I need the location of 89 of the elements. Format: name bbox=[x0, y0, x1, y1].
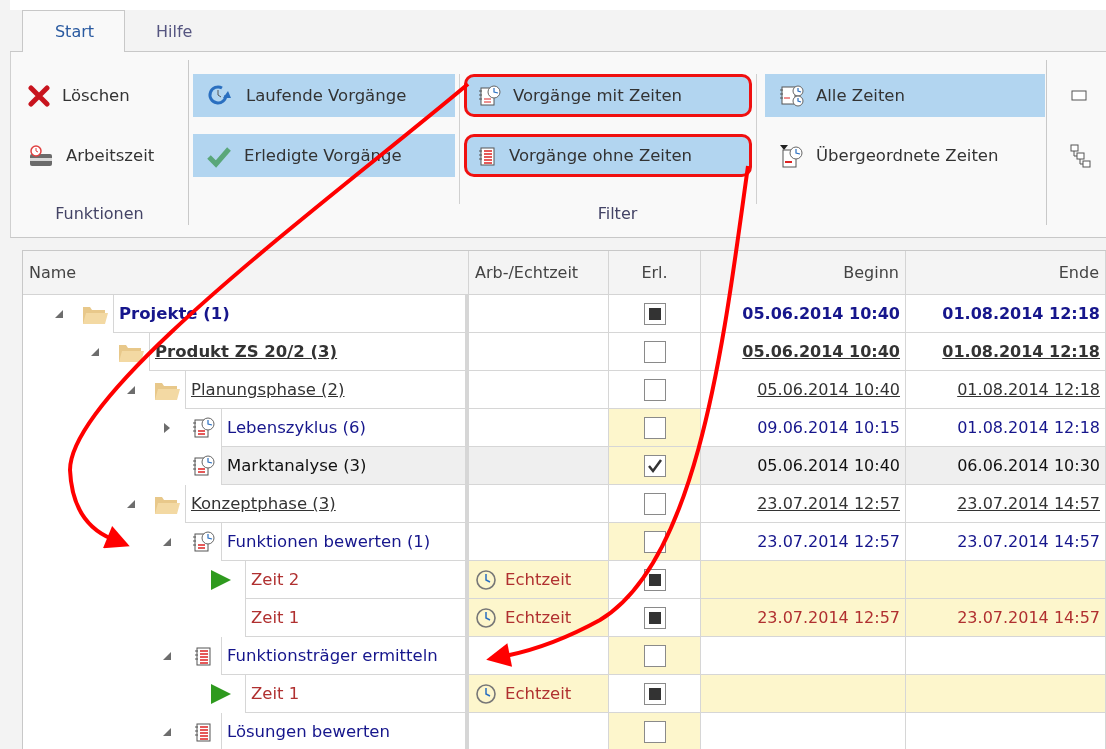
column-header[interactable]: Erl. bbox=[609, 251, 701, 295]
tree-row[interactable]: Produkt ZS 20/2 (3) bbox=[149, 333, 465, 371]
tree-item[interactable]: Zeit 1 bbox=[251, 608, 300, 627]
column-header[interactable]: Name bbox=[23, 251, 469, 295]
column-header[interactable]: Ende bbox=[906, 251, 1106, 295]
document-list-icon bbox=[477, 144, 497, 167]
begin-date: 05.06.2014 10:40 bbox=[757, 380, 900, 399]
group-label: Funktionen bbox=[54, 204, 145, 225]
document-clock-icon bbox=[778, 143, 804, 168]
tree-row[interactable]: Lösungen bewerten bbox=[221, 713, 465, 749]
tree-item[interactable]: Lebenszyklus (6) bbox=[227, 418, 366, 437]
tree-item[interactable]: Zeit 2 bbox=[251, 570, 300, 589]
expanded-arrow-icon[interactable] bbox=[125, 384, 137, 396]
tree-row[interactable]: Zeit 1 bbox=[245, 599, 465, 637]
column-header[interactable]: Arb-/Echtzeit bbox=[469, 251, 609, 295]
ribbon-tab[interactable]: Hilfe bbox=[125, 10, 224, 52]
end-date: 01.08.2014 12:18 bbox=[957, 418, 1100, 437]
tree-row[interactable]: Planungsphase (2) bbox=[185, 371, 465, 409]
checkbox[interactable] bbox=[643, 378, 666, 401]
checkbox[interactable] bbox=[643, 302, 666, 325]
expanded-arrow-icon[interactable] bbox=[125, 498, 137, 510]
filter-button[interactable]: Vorgänge ohne Zeiten bbox=[464, 134, 752, 177]
worktime-button[interactable]: Arbeitszeit bbox=[11, 134, 170, 177]
clock-icon bbox=[475, 568, 497, 591]
end-date: 01.08.2014 12:18 bbox=[942, 304, 1100, 323]
begin-date: 05.06.2014 10:40 bbox=[742, 342, 900, 361]
checkbox[interactable] bbox=[643, 644, 666, 667]
end-date: 01.08.2014 12:18 bbox=[942, 342, 1100, 361]
tree-item[interactable]: Funktionen bewerten (1) bbox=[227, 532, 431, 551]
column-header[interactable]: Beginn bbox=[701, 251, 906, 295]
expanded-arrow-icon[interactable] bbox=[53, 308, 65, 320]
tree-row[interactable]: Zeit 2 bbox=[245, 561, 465, 599]
delete-icon bbox=[28, 84, 50, 107]
group-label: Filter bbox=[596, 204, 639, 225]
tree-row[interactable]: Funktionen bewerten (1) bbox=[221, 523, 465, 561]
document-clock-icon bbox=[477, 84, 501, 107]
ribbon-tab[interactable]: Start bbox=[22, 10, 125, 52]
checkbox[interactable] bbox=[643, 340, 666, 363]
filter-button[interactable]: Vorgänge mit Zeiten bbox=[464, 74, 752, 117]
checkbox[interactable] bbox=[643, 720, 666, 743]
delete-button[interactable]: Löschen bbox=[11, 74, 170, 117]
end-date: 23.07.2014 14:57 bbox=[957, 532, 1100, 551]
time-type: Echtzeit bbox=[505, 684, 572, 703]
clock-icon bbox=[475, 682, 497, 705]
tree-item[interactable]: Zeit 1 bbox=[251, 684, 300, 703]
document-clock-icon bbox=[191, 417, 215, 439]
tree-row[interactable]: Konzeptphase (3) bbox=[185, 485, 465, 523]
briefcase-clock-icon bbox=[28, 143, 54, 168]
begin-date: 05.06.2014 10:40 bbox=[742, 304, 900, 323]
expanded-arrow-icon[interactable] bbox=[161, 726, 173, 738]
checkbox[interactable] bbox=[643, 530, 666, 553]
end-date: 23.07.2014 14:57 bbox=[957, 494, 1100, 513]
document-list-icon bbox=[193, 721, 213, 743]
checkbox[interactable] bbox=[643, 416, 666, 439]
tree-row[interactable]: Funktionsträger ermitteln bbox=[221, 637, 465, 675]
expanded-arrow-icon[interactable] bbox=[161, 650, 173, 662]
begin-date: 23.07.2014 12:57 bbox=[757, 494, 900, 513]
hierarchy-icon bbox=[1070, 143, 1092, 168]
tree-item[interactable]: Produkt ZS 20/2 (3) bbox=[155, 342, 338, 361]
tree-item[interactable]: Konzeptphase (3) bbox=[191, 494, 336, 513]
expanded-arrow-icon[interactable] bbox=[161, 536, 173, 548]
checkbox[interactable] bbox=[643, 606, 666, 629]
document-clock-icon bbox=[191, 455, 215, 477]
document-clocks-icon bbox=[778, 83, 804, 108]
begin-date: 05.06.2014 10:40 bbox=[757, 456, 900, 475]
clock-icon bbox=[475, 606, 497, 629]
document-list-icon bbox=[193, 645, 213, 667]
checkbox[interactable] bbox=[643, 682, 666, 705]
tree-item[interactable]: Funktionsträger ermitteln bbox=[227, 646, 438, 665]
filter-button[interactable]: Alle Zeiten bbox=[765, 74, 1045, 117]
end-date: 01.08.2014 12:18 bbox=[957, 380, 1100, 399]
checkbox[interactable] bbox=[643, 492, 666, 515]
begin-date: 23.07.2014 12:57 bbox=[757, 608, 900, 627]
end-date: 23.07.2014 14:57 bbox=[957, 608, 1100, 627]
end-date: 06.06.2014 10:30 bbox=[957, 456, 1100, 475]
filter-button[interactable]: Übergeordnete Zeiten bbox=[765, 134, 1045, 177]
tree-item[interactable]: Lösungen bewerten bbox=[227, 722, 390, 741]
document-clock-icon bbox=[191, 531, 215, 553]
expanded-arrow-icon[interactable] bbox=[89, 346, 101, 358]
tree-item[interactable]: Marktanalyse (3) bbox=[227, 456, 367, 475]
tree-row[interactable]: Marktanalyse (3) bbox=[221, 447, 465, 485]
time-type: Echtzeit bbox=[505, 570, 572, 589]
tree-row[interactable]: Zeit 1 bbox=[245, 675, 465, 713]
filter-button[interactable]: Laufende Vorgänge bbox=[193, 74, 455, 117]
begin-date: 09.06.2014 10:15 bbox=[757, 418, 900, 437]
tree-item[interactable]: Planungsphase (2) bbox=[191, 380, 345, 399]
time-type: Echtzeit bbox=[505, 608, 572, 627]
checkbox[interactable] bbox=[643, 454, 666, 477]
begin-date: 23.07.2014 12:57 bbox=[757, 532, 900, 551]
